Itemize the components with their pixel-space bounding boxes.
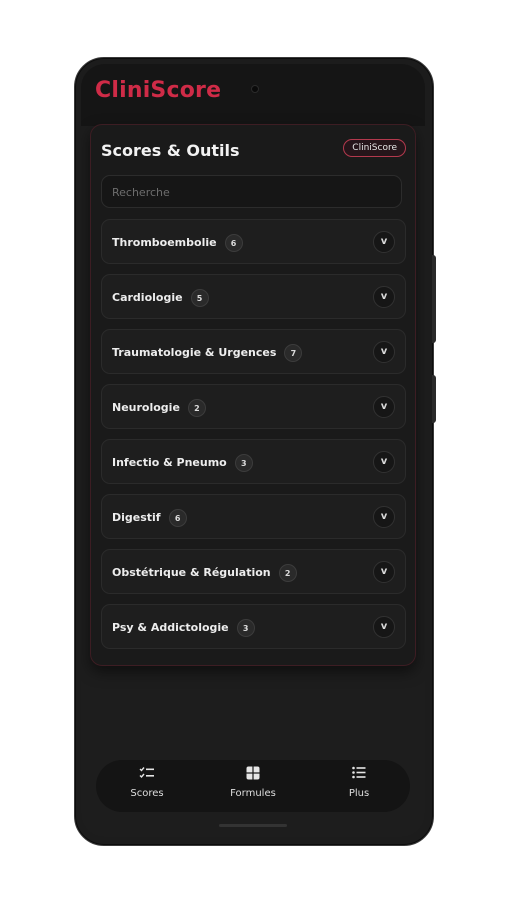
category-label: Traumatologie & Urgences 7	[112, 344, 303, 362]
count-badge: 2	[187, 399, 206, 417]
expand-toggle[interactable]: v	[373, 341, 395, 363]
scores-panel: Scores & Outils CliniScore Recherche Thr…	[90, 124, 416, 666]
expand-toggle[interactable]: v	[373, 286, 395, 308]
category-label: Digestif 6	[112, 509, 187, 527]
app-title: CliniScore	[95, 78, 222, 103]
category-label: Infectio & Pneumo 3	[112, 454, 253, 472]
count-badge: 5	[190, 289, 209, 307]
count-badge: 2	[278, 564, 297, 582]
app-screen: CliniScore Scores & Outils CliniScore Re…	[81, 64, 425, 837]
count-badge: 6	[168, 509, 187, 527]
category-psy-addictologie[interactable]: Psy & Addictologie 3 v	[101, 604, 406, 649]
category-neurologie[interactable]: Neurologie 2 v	[101, 384, 406, 429]
category-infectio-pneumo[interactable]: Infectio & Pneumo 3 v	[101, 439, 406, 484]
power-button	[432, 375, 436, 423]
nav-plus[interactable]: Plus	[314, 766, 404, 799]
bottom-nav: Scores Formules Plus	[96, 760, 410, 812]
list-icon	[314, 766, 404, 782]
nav-scores[interactable]: Scores	[102, 766, 192, 799]
category-digestif[interactable]: Digestif 6 v	[101, 494, 406, 539]
count-badge: 3	[234, 454, 253, 472]
category-label: Psy & Addictologie 3	[112, 619, 255, 637]
category-label: Thromboembolie 6	[112, 234, 243, 252]
category-label: Neurologie 2	[112, 399, 206, 417]
expand-toggle[interactable]: v	[373, 396, 395, 418]
category-label: Obstétrique & Régulation 2	[112, 564, 297, 582]
volume-button	[432, 255, 436, 343]
category-traumatologie-urgences[interactable]: Traumatologie & Urgences 7 v	[101, 329, 406, 374]
expand-toggle[interactable]: v	[373, 506, 395, 528]
category-obstetrique-regulation[interactable]: Obstétrique & Régulation 2 v	[101, 549, 406, 594]
panel-title: Scores & Outils	[101, 141, 240, 160]
camera-icon	[251, 85, 259, 93]
search-input[interactable]: Recherche	[101, 175, 402, 208]
expand-toggle[interactable]: v	[373, 451, 395, 473]
nav-formules[interactable]: Formules	[208, 766, 298, 799]
category-cardiologie[interactable]: Cardiologie 5 v	[101, 274, 406, 319]
count-badge: 6	[224, 234, 243, 252]
top-bar: CliniScore	[81, 64, 425, 126]
app-badge: CliniScore	[343, 139, 406, 157]
grid-icon	[208, 766, 298, 782]
count-badge: 3	[236, 619, 255, 637]
expand-toggle[interactable]: v	[373, 231, 395, 253]
nav-label: Plus	[348, 788, 370, 799]
count-badge: 7	[284, 344, 303, 362]
home-indicator	[219, 824, 287, 827]
category-thromboembolie[interactable]: Thromboembolie 6 v	[101, 219, 406, 264]
nav-label: Formules	[230, 788, 276, 799]
nav-label: Scores	[130, 788, 164, 799]
checklist-icon	[102, 766, 192, 782]
expand-toggle[interactable]: v	[373, 616, 395, 638]
category-label: Cardiologie 5	[112, 289, 209, 307]
expand-toggle[interactable]: v	[373, 561, 395, 583]
